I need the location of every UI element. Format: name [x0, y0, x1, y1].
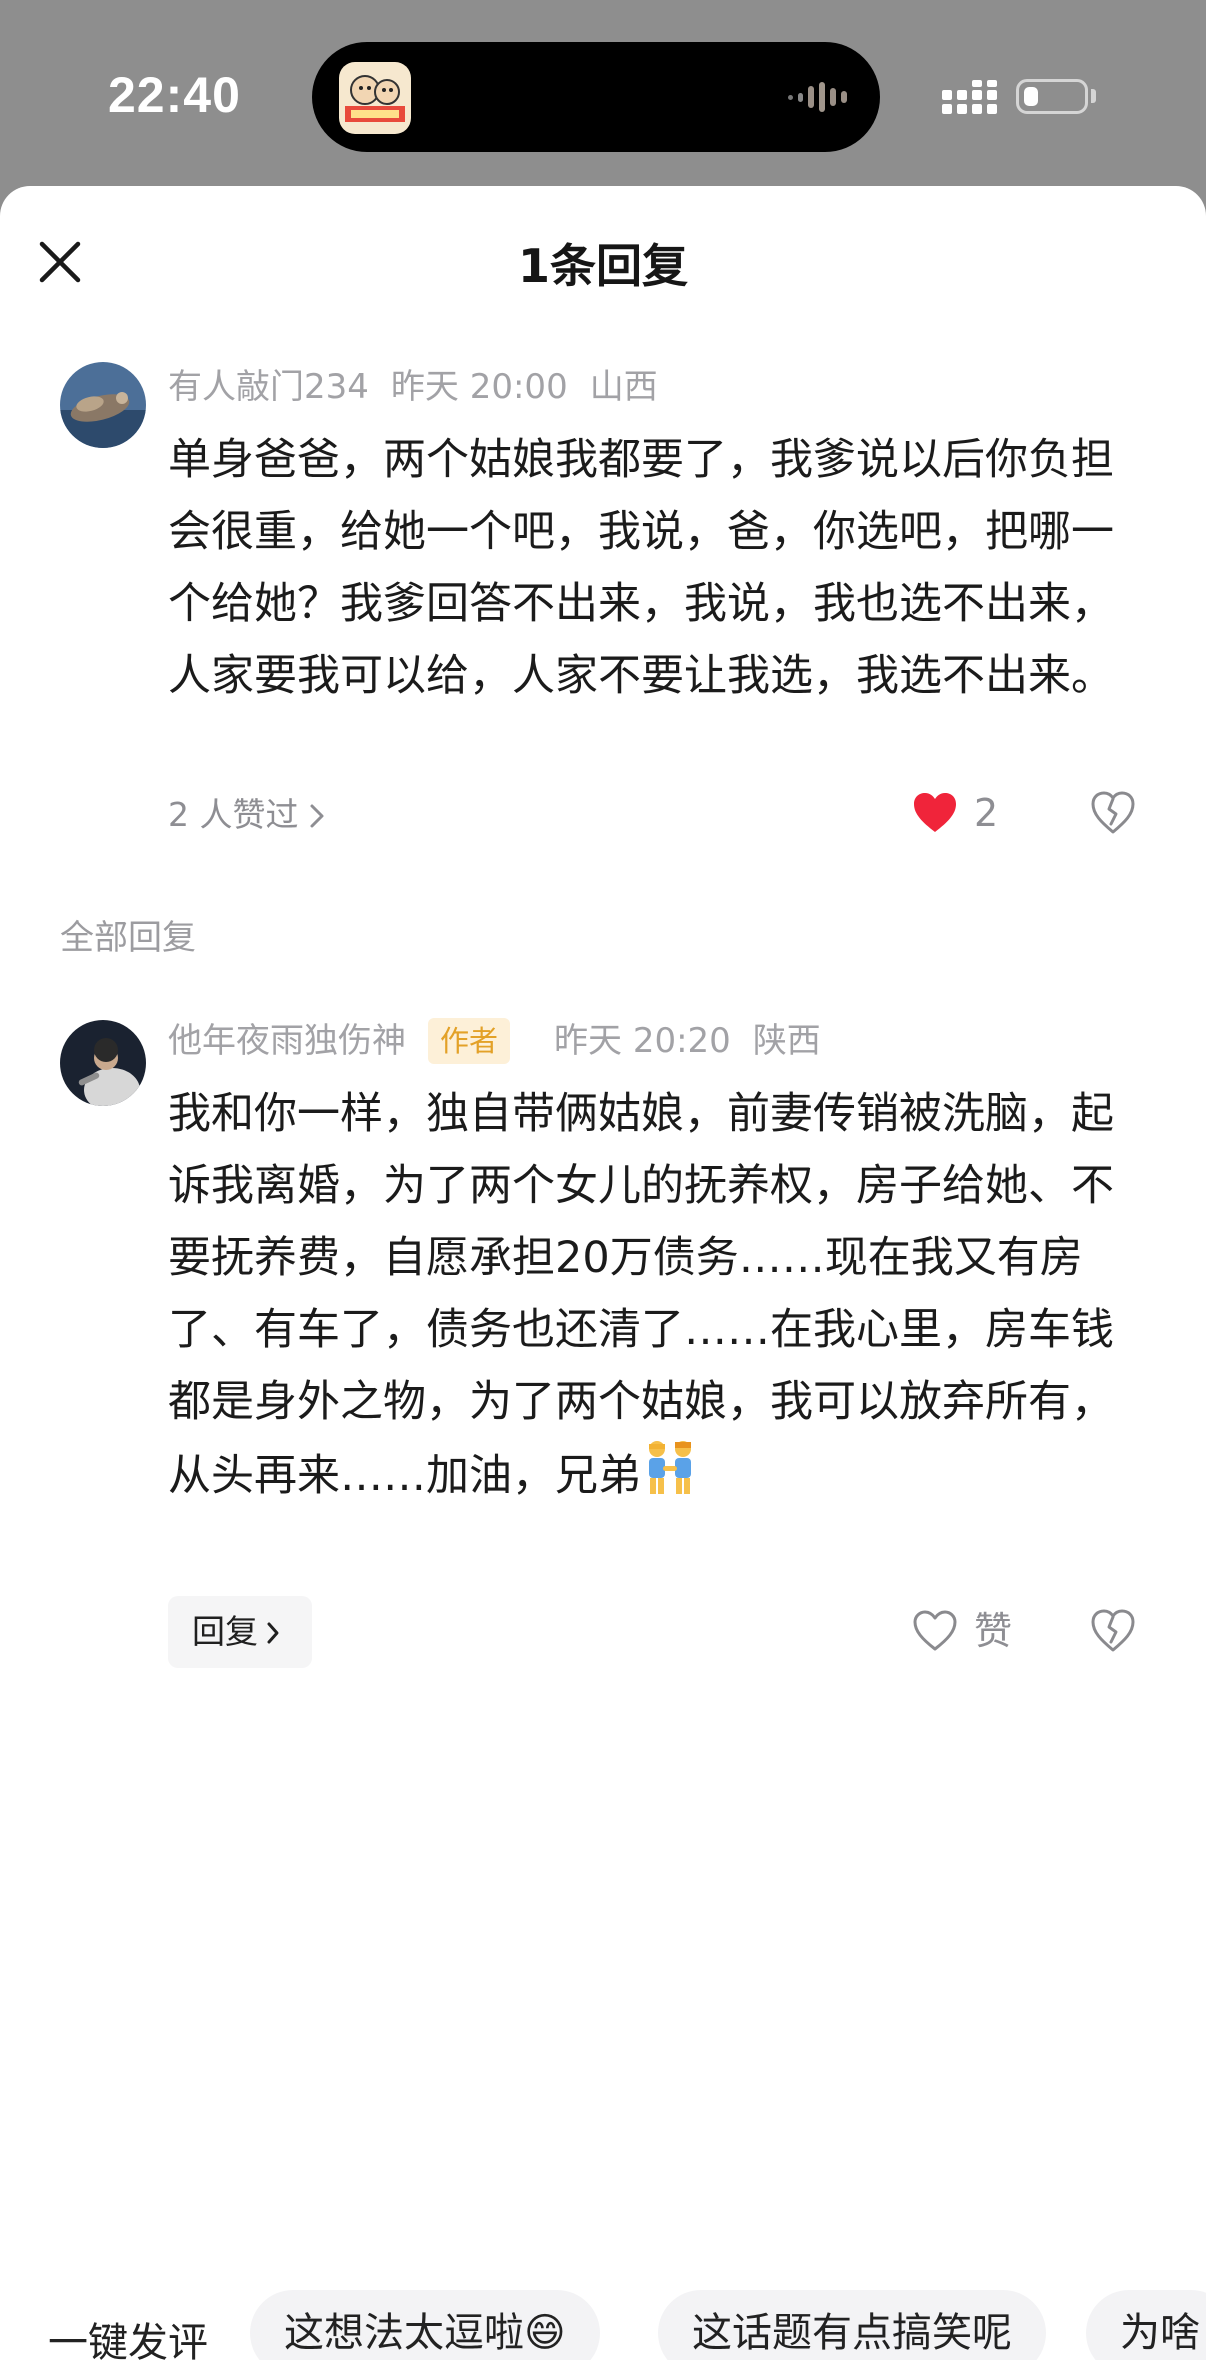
- quick-reply-bar: 一键发评 这想法太逗啦😄 这话题有点搞笑呢 为啥: [0, 2290, 1206, 2360]
- quick-reply-chip[interactable]: 为啥: [1086, 2290, 1206, 2360]
- reply-location: 陕西: [752, 1021, 821, 1061]
- section-label: 全部回复: [60, 918, 196, 958]
- reply-like-label: 赞: [974, 1609, 1013, 1653]
- quick-reply-chip[interactable]: 这话题有点搞笑呢: [658, 2290, 1046, 2360]
- sheet-title: 1条回复: [517, 239, 688, 293]
- couple-emoji: [641, 1438, 699, 1518]
- status-time: 22:40: [108, 67, 241, 123]
- comment-time: 昨天 20:00: [390, 367, 568, 407]
- reply-text-block[interactable]: 我和你一样，独自带俩姑娘，前妻传销被洗脑，起诉我离婚，为了两个女儿的抚养权，房子…: [168, 1078, 1140, 1518]
- like-button[interactable]: 2: [912, 788, 998, 838]
- reply-like-button[interactable]: 赞: [912, 1606, 1012, 1656]
- author-badge: 作者: [428, 1018, 511, 1064]
- signal-icon: [942, 80, 997, 114]
- reply-meta: 他年夜雨独伤神 作者 昨天 20:20 陕西: [168, 1016, 843, 1066]
- reply-time: 昨天 20:20: [554, 1021, 731, 1061]
- like-count: 2: [974, 791, 999, 835]
- chevron-right-icon: [267, 1622, 279, 1644]
- chevron-right-icon: [310, 804, 323, 828]
- comment-username[interactable]: 有人敲门234: [168, 367, 369, 407]
- reply-button[interactable]: 回复: [168, 1596, 312, 1668]
- heart-icon: [914, 793, 956, 832]
- avatar[interactable]: [60, 362, 146, 448]
- quick-reply-label: 一键发评: [48, 2320, 208, 2360]
- reply-username[interactable]: 他年夜雨独伤神: [168, 1021, 406, 1061]
- app-icon: [339, 62, 411, 134]
- comment-meta: 有人敲门234 昨天 20:00 山西: [168, 362, 680, 412]
- battery-icon: [1016, 79, 1088, 114]
- reply-button-label: 回复: [192, 1612, 258, 1651]
- likers-link[interactable]: 2 人赞过: [168, 790, 325, 840]
- audio-wave-icon: [788, 82, 847, 112]
- dynamic-island[interactable]: [312, 42, 880, 152]
- comment-text[interactable]: 单身爸爸，两个姑娘我都要了，我爹说以后你负担会很重，给她一个吧，我说，爸，你选吧…: [168, 424, 1140, 712]
- comment-location: 山西: [589, 367, 658, 407]
- replies-sheet: 1条回复 有人敲门234 昨天 20:00 山西 单身爸爸，两个姑娘我都要了，我爹说…: [0, 186, 1206, 2360]
- broken-heart-icon[interactable]: [1090, 790, 1136, 836]
- broken-heart-icon[interactable]: [1090, 1608, 1136, 1654]
- quick-reply-chip[interactable]: 这想法太逗啦😄: [250, 2290, 600, 2360]
- likers-label: 2 人赞过: [168, 795, 299, 834]
- heart-icon: [913, 1610, 957, 1651]
- avatar[interactable]: [60, 1020, 146, 1106]
- sheet-header: 1条回复: [0, 186, 1206, 326]
